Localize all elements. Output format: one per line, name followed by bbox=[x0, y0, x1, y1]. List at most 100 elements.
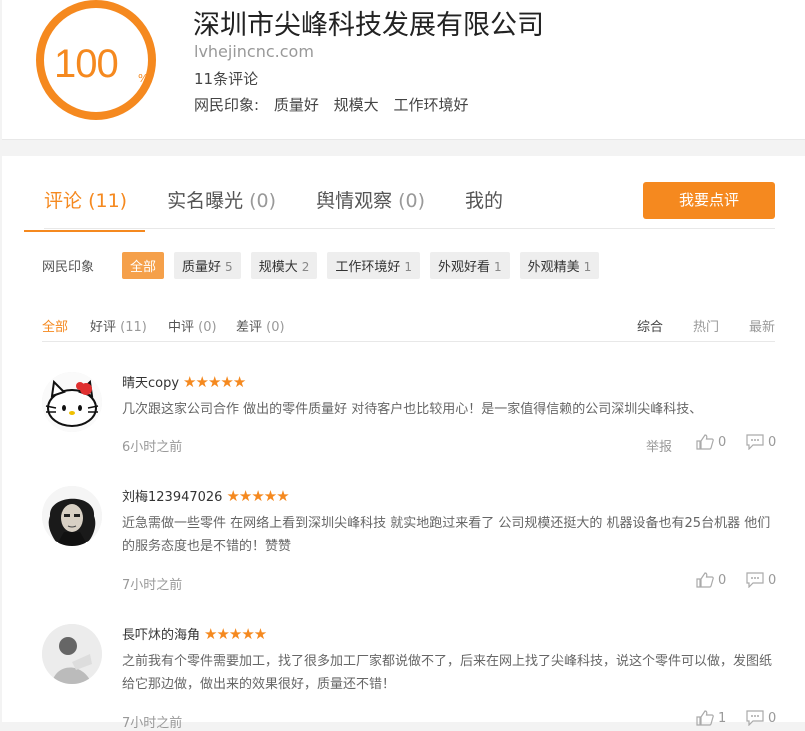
impression-item: 规模大 bbox=[333, 96, 379, 114]
tag-quality[interactable]: 质量好 5 bbox=[174, 252, 241, 279]
score-ring: 100 % bbox=[36, 0, 156, 120]
tag-text: 外观好看 bbox=[438, 260, 491, 275]
impression-item: 质量好 bbox=[273, 96, 319, 114]
review-time: 6小时之前 bbox=[122, 440, 183, 455]
reviewer-name[interactable]: 晴天copy ★★★★★ bbox=[122, 372, 246, 391]
reviews-panel: 评论 (11) 实名曝光 (0) 舆情观察 (0) 我的 我要点评 网民印象 全… bbox=[2, 156, 805, 731]
filter-positive[interactable]: 好评 (11) bbox=[90, 316, 147, 335]
avatar[interactable] bbox=[42, 624, 102, 684]
impression-item: 工作环境好 bbox=[393, 96, 469, 114]
review-time: 7小时之前 bbox=[122, 578, 183, 593]
filter-bar: 全部 好评 (11) 中评 (0) 差评 (0) 综合 热门 最新 bbox=[42, 316, 775, 342]
comment-button[interactable]: 0 bbox=[746, 434, 776, 450]
filter-count: (0) bbox=[266, 320, 285, 335]
company-domain[interactable]: lvhejincnc.com bbox=[194, 42, 314, 61]
tag-count: 1 bbox=[404, 260, 412, 274]
tag-text: 规模大 bbox=[258, 260, 298, 275]
score-unit: % bbox=[138, 72, 149, 85]
reviewer-name[interactable]: 長吓炑的海角 ★★★★★ bbox=[122, 624, 267, 643]
tag-count: 2 bbox=[301, 260, 310, 274]
like-count: 0 bbox=[718, 572, 727, 588]
user-photo-icon bbox=[42, 486, 102, 546]
report-button[interactable]: 举报 bbox=[646, 436, 672, 455]
like-button[interactable]: 1 bbox=[696, 710, 726, 726]
star-rating-icon: ★★★★★ bbox=[183, 373, 246, 391]
tag-text: 外观精美 bbox=[527, 260, 580, 275]
comment-count: 0 bbox=[768, 434, 777, 450]
comment-count: 0 bbox=[768, 710, 777, 726]
review-text: 近急需做一些零件 在网络上看到深圳尖峰科技 就实地跑过来看了 公司规模还挺大的 … bbox=[122, 516, 771, 554]
company-header: 100 % 深圳市尖峰科技发展有限公司 lvhejincnc.com 11条评论… bbox=[2, 0, 805, 140]
comment-button[interactable]: 0 bbox=[746, 572, 776, 588]
star-rating-icon: ★★★★★ bbox=[204, 625, 267, 643]
tab-label: 舆情观察 bbox=[316, 190, 393, 212]
avatar[interactable] bbox=[42, 372, 102, 432]
tab-comments[interactable]: 评论 (11) bbox=[23, 186, 146, 232]
filter-neutral[interactable]: 中评 (0) bbox=[168, 316, 217, 335]
tag-count: 5 bbox=[225, 260, 233, 274]
comment-icon bbox=[746, 572, 764, 588]
review-item: 長吓炑的海角 ★★★★★ 之前我有个零件需要加工，找了很多加工厂家都说做不了，后来… bbox=[42, 624, 776, 731]
star-rating-icon: ★★★★★ bbox=[226, 487, 289, 505]
reviewer-name[interactable]: 刘梅123947026 ★★★★★ bbox=[122, 486, 290, 505]
filter-text: 好评 bbox=[90, 320, 117, 335]
tab-label: 评论 bbox=[44, 190, 83, 212]
like-button[interactable]: 0 bbox=[696, 434, 726, 450]
filter-count: (0) bbox=[198, 320, 217, 335]
tab-count: (0) bbox=[398, 190, 426, 212]
tags-label: 网民印象 bbox=[42, 260, 95, 275]
tab-label: 我的 bbox=[465, 190, 504, 212]
comment-icon bbox=[746, 434, 764, 450]
sort-latest[interactable]: 最新 bbox=[749, 316, 775, 335]
tag-environment[interactable]: 工作环境好 1 bbox=[327, 252, 420, 279]
review-item: 刘梅123947026 ★★★★★ 近急需做一些零件 在网络上看到深圳尖峰科技 就… bbox=[42, 486, 776, 606]
tab-label: 实名曝光 bbox=[167, 190, 244, 212]
tag-good-looking[interactable]: 外观好看 1 bbox=[430, 252, 510, 279]
filter-all[interactable]: 全部 bbox=[42, 316, 68, 335]
hello-kitty-avatar-icon bbox=[42, 372, 102, 432]
reviewer-name-text: 長吓炑的海角 bbox=[122, 628, 201, 643]
score-value: 100 bbox=[54, 42, 119, 86]
tag-text: 工作环境好 bbox=[335, 260, 401, 275]
thumbs-up-icon bbox=[696, 572, 714, 588]
impressions: 网民印象: 质量好 规模大 工作环境好 bbox=[194, 94, 478, 115]
write-review-button[interactable]: 我要点评 bbox=[643, 182, 775, 219]
filter-text: 差评 bbox=[236, 320, 263, 335]
company-name: 深圳市尖峰科技发展有限公司 bbox=[193, 10, 544, 41]
user-photo-icon bbox=[42, 624, 102, 684]
tag-count: 1 bbox=[494, 260, 502, 274]
review-text: 之前我有个零件需要加工，找了很多加工厂家都说做不了，后来在网上找了尖峰科技，说这… bbox=[122, 654, 773, 692]
comment-count: 0 bbox=[768, 572, 777, 588]
tag-text: 质量好 bbox=[182, 260, 222, 275]
impression-tags: 网民印象 全部 质量好 5 规模大 2 工作环境好 1 外观好看 1 外观精美 1 bbox=[42, 252, 609, 279]
review-count: 11条评论 bbox=[194, 70, 259, 88]
tag-scale[interactable]: 规模大 2 bbox=[250, 252, 318, 279]
tab-count: (11) bbox=[88, 190, 128, 212]
tab-opinion[interactable]: 舆情观察 (0) bbox=[316, 186, 425, 228]
avatar[interactable] bbox=[42, 486, 102, 546]
sort-overall[interactable]: 综合 bbox=[637, 316, 663, 335]
tab-count: (0) bbox=[249, 190, 277, 212]
tab-mine[interactable]: 我的 bbox=[465, 186, 503, 228]
tab-divider bbox=[44, 228, 775, 229]
comment-icon bbox=[746, 710, 764, 726]
tag-count: 1 bbox=[583, 260, 592, 274]
sort-hot[interactable]: 热门 bbox=[693, 316, 719, 335]
impressions-label: 网民印象: bbox=[194, 96, 260, 114]
comment-button[interactable]: 0 bbox=[746, 710, 776, 726]
tag-all[interactable]: 全部 bbox=[122, 252, 165, 279]
review-text: 几次跟这家公司合作 做出的零件质量好 对待客户也比较用心！是一家值得信赖的公司深… bbox=[122, 402, 703, 417]
filter-count: (11) bbox=[120, 320, 147, 335]
filter-text: 中评 bbox=[168, 320, 195, 335]
thumbs-up-icon bbox=[696, 434, 714, 450]
like-count: 0 bbox=[718, 434, 727, 450]
filter-text: 全部 bbox=[42, 320, 69, 335]
review-item: 晴天copy ★★★★★ 几次跟这家公司合作 做出的零件质量好 对待客户也比较用心… bbox=[42, 372, 776, 472]
filter-negative[interactable]: 差评 (0) bbox=[236, 316, 285, 335]
tag-exquisite[interactable]: 外观精美 1 bbox=[519, 252, 600, 279]
like-button[interactable]: 0 bbox=[696, 572, 726, 588]
tab-exposure[interactable]: 实名曝光 (0) bbox=[167, 186, 276, 228]
reviewer-name-text: 刘梅123947026 bbox=[122, 490, 223, 505]
tab-bar: 评论 (11) 实名曝光 (0) 舆情观察 (0) 我的 bbox=[23, 186, 543, 232]
thumbs-up-icon bbox=[696, 710, 714, 726]
